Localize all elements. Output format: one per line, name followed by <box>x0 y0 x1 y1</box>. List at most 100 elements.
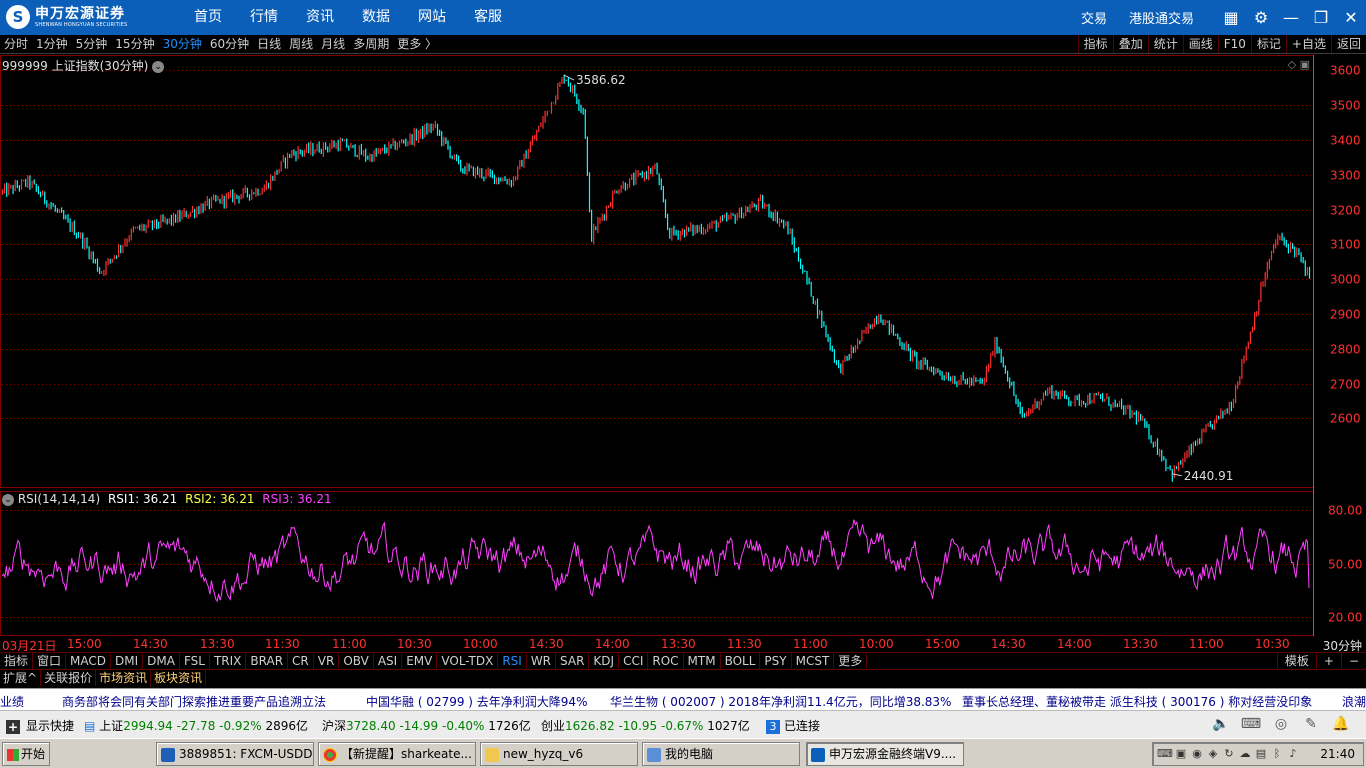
indicator-tab-5[interactable]: FSL <box>180 653 210 669</box>
info-tab-3[interactable]: 板块资讯 <box>151 670 207 686</box>
indicator-tab-11[interactable]: ASI <box>374 653 403 669</box>
remove-window-button[interactable]: − <box>1340 653 1366 669</box>
app-tray-icon[interactable]: ▤ <box>1253 747 1269 761</box>
indicator-tab-22[interactable]: PSY <box>760 653 792 669</box>
tool-button-5[interactable]: 标记 <box>1250 35 1286 53</box>
volume-icon[interactable]: ♪ <box>1285 747 1301 761</box>
indicator-tab-20[interactable]: MTM <box>684 653 721 669</box>
security-icon[interactable]: ◈ <box>1205 747 1221 761</box>
nav-item-5[interactable]: 客服 <box>460 0 516 35</box>
close-icon[interactable]: ✕ <box>1336 0 1366 35</box>
add-window-button[interactable]: + <box>1315 653 1341 669</box>
indicator-tab-23[interactable]: MCST <box>792 653 835 669</box>
bell-icon[interactable]: 🔔 <box>1326 716 1356 732</box>
ticker-item-1[interactable]: 商务部将会同有关部门探索推进重要产品追溯立法 <box>62 693 326 710</box>
hk-connect-trade-link[interactable]: 港股通交易 <box>1129 8 1194 27</box>
network-icon[interactable]: ▣ <box>1173 747 1189 761</box>
chart-area[interactable]: 2600 2700 2800 2900 3000 3100 3200 3300 3400 3500… <box>0 55 1366 636</box>
indicator-tab-13[interactable]: VOL-TDX <box>437 653 499 669</box>
period-tab-4[interactable]: 30分钟 <box>163 35 202 54</box>
indicator-tab-8[interactable]: CR <box>288 653 314 669</box>
indicator-tab-15[interactable]: WR <box>527 653 557 669</box>
chart-corner-icons[interactable]: ◇ ▣ <box>1288 58 1310 71</box>
indicator-tab-18[interactable]: CCI <box>619 653 649 669</box>
indicator-tab-3[interactable]: DMI <box>111 653 144 669</box>
task-browser[interactable]: 【新提醒】sharkeate... <box>318 742 476 766</box>
plus-icon[interactable]: + <box>6 719 20 734</box>
period-tab-1[interactable]: 1分钟 <box>36 35 68 54</box>
tool-button-6[interactable]: +自选 <box>1285 35 1331 53</box>
connection-status[interactable]: 3 已连接 <box>766 717 820 734</box>
start-button[interactable]: 开始 <box>2 742 50 766</box>
info-tab-1[interactable]: 关联报价 <box>41 670 97 686</box>
period-tab-0[interactable]: 分时 <box>4 35 28 54</box>
period-tab-7[interactable]: 周线 <box>289 35 313 54</box>
indicator-tab-2[interactable]: MACD <box>66 653 112 669</box>
bluetooth-icon[interactable]: ᛒ <box>1269 747 1285 761</box>
rsi-dropdown-icon[interactable]: ⌄ <box>2 493 14 506</box>
info-tab-2[interactable]: 市场资讯 <box>96 670 152 686</box>
indicator-tab-17[interactable]: KDJ <box>589 653 620 669</box>
template-button[interactable]: 模板 <box>1276 653 1316 669</box>
indicator-tab-9[interactable]: VR <box>314 653 340 669</box>
sz-index-quote[interactable]: 沪深3728.40 -14.99 -0.40% 1726亿 <box>322 717 531 734</box>
indicator-tab-7[interactable]: BRAR <box>246 653 289 669</box>
tool-button-7[interactable]: 返回 <box>1330 35 1366 53</box>
period-tab-9[interactable]: 多周期 <box>353 35 389 54</box>
keyboard-icon[interactable]: ⌨ <box>1236 716 1266 732</box>
task-folder[interactable]: new_hyzq_v6 <box>480 742 638 766</box>
tool-button-4[interactable]: F10 <box>1217 35 1251 53</box>
tool-button-3[interactable]: 画线 <box>1182 35 1218 53</box>
indicator-tab-16[interactable]: SAR <box>556 653 590 669</box>
period-tab-10[interactable]: 更多 〉 <box>397 35 437 54</box>
news-ticker[interactable]: 业绩 商务部将会同有关部门探索推进重要产品追溯立法 中国华融 ( 02799 ) 去… <box>0 688 1366 710</box>
cloud-icon[interactable]: ☁ <box>1237 747 1253 761</box>
nav-item-2[interactable]: 资讯 <box>292 0 348 35</box>
tool-button-0[interactable]: 指标 <box>1077 35 1113 53</box>
period-tab-8[interactable]: 月线 <box>321 35 345 54</box>
dropdown-circle-icon[interactable]: ⌄ <box>152 60 165 73</box>
tool-button-2[interactable]: 统计 <box>1147 35 1183 53</box>
period-tab-2[interactable]: 5分钟 <box>76 35 108 54</box>
nav-item-0[interactable]: 首页 <box>180 0 236 35</box>
indicator-tab-4[interactable]: DMA <box>143 653 180 669</box>
indicator-tab-12[interactable]: EMV <box>402 653 438 669</box>
gear-icon[interactable]: ⚙ <box>1246 0 1276 35</box>
indicator-tab-19[interactable]: ROC <box>648 653 684 669</box>
sh-index-quote[interactable]: ▤ 上证2994.94 -27.78 -0.92% 2896亿 <box>84 717 308 734</box>
indicator-tab-21[interactable]: BOLL <box>721 653 761 669</box>
speaker-icon[interactable]: 🔈 <box>1206 716 1236 732</box>
indicator-tab-24[interactable]: 更多 <box>834 653 868 669</box>
show-shortcut[interactable]: + 显示快捷 <box>6 717 74 734</box>
grid-icon[interactable]: ▦ <box>1216 0 1246 35</box>
restore-icon[interactable]: ❐ <box>1306 0 1336 35</box>
ticker-item-5[interactable]: 浪潮 <box>1342 693 1366 710</box>
search-icon[interactable]: ◎ <box>1266 716 1296 732</box>
ticker-item-4[interactable]: 董事长总经理、董秘被带走 派生科技 ( 300176 ) 称对经营没印象 <box>962 693 1312 710</box>
ticker-item-2[interactable]: 中国华融 ( 02799 ) 去年净利润大降94% <box>366 693 587 710</box>
ticker-item-0[interactable]: 业绩 <box>0 693 24 710</box>
antivirus-icon[interactable]: ◉ <box>1189 747 1205 761</box>
period-tab-5[interactable]: 60分钟 <box>210 35 249 54</box>
trade-link[interactable]: 交易 <box>1081 8 1107 27</box>
minimize-icon[interactable]: — <box>1276 0 1306 35</box>
info-tab-0[interactable]: 扩展^ <box>0 670 42 686</box>
nav-item-4[interactable]: 网站 <box>404 0 460 35</box>
nav-item-3[interactable]: 数据 <box>348 0 404 35</box>
task-fxcm[interactable]: 3889851: FXCM-USDDe... <box>156 742 314 766</box>
keyboard-icon[interactable]: ⌨ <box>1157 747 1173 761</box>
cy-index-quote[interactable]: 创业1626.82 -10.95 -0.67% 1027亿 <box>541 717 750 734</box>
ticker-item-3[interactable]: 华兰生物 ( 002007 ) 2018年净利润11.4亿元，同比增38.83% <box>610 693 951 710</box>
indicator-tab-6[interactable]: TRIX <box>210 653 247 669</box>
indicator-tab-10[interactable]: OBV <box>339 653 374 669</box>
task-my-computer[interactable]: 我的电脑 <box>642 742 800 766</box>
tool-button-1[interactable]: 叠加 <box>1112 35 1148 53</box>
period-tab-6[interactable]: 日线 <box>257 35 281 54</box>
indicator-tab-14[interactable]: RSI <box>498 653 527 669</box>
period-tab-3[interactable]: 15分钟 <box>115 35 154 54</box>
indicator-tab-1[interactable]: 窗口 <box>33 653 67 669</box>
update-icon[interactable]: ↻ <box>1221 747 1237 761</box>
kline-chart[interactable]: 2600 2700 2800 2900 3000 3100 3200 3300 3400 3500… <box>0 55 1366 636</box>
indicator-tab-0[interactable]: 指标 <box>0 653 34 669</box>
pin-icon[interactable]: ✎ <box>1296 716 1326 732</box>
